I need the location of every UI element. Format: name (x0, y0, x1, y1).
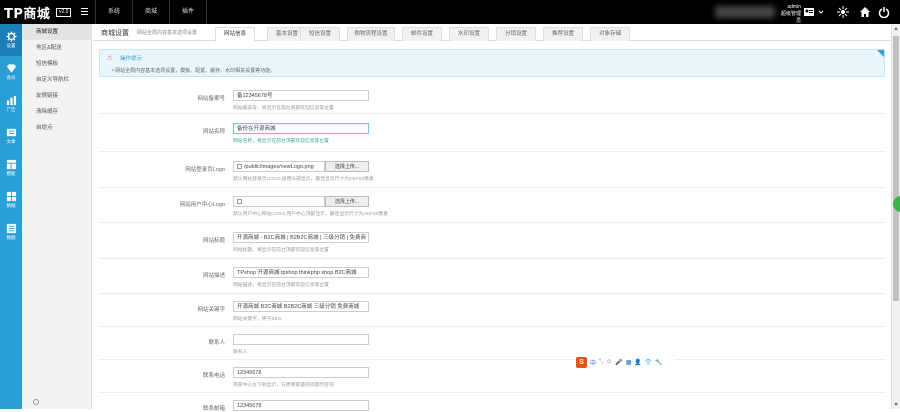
icp-input[interactable]: 备12345678号 (233, 90, 369, 101)
admin-name: admin (787, 4, 801, 10)
tab-site-info[interactable]: 网站信息 (215, 27, 255, 42)
scroll-thumb[interactable] (893, 36, 899, 301)
contact-input[interactable] (233, 334, 369, 345)
top-bar: TP商城 v2.0 系统 商城 插件 admin 超级管理员 (0, 0, 900, 24)
keywords-input[interactable]: 开源商城 B2C商城 B2B2C商城 三级分销 免费商城 (233, 301, 369, 312)
email-input[interactable]: 12345678 (233, 400, 369, 411)
submenu-item-links[interactable]: 友情链接 (22, 88, 91, 104)
submenu: 商城设置 地区&配送 短信模板 自定义导航栏 友情链接 清除缓存 自提点 (22, 24, 92, 409)
form-row-keywords: 网站关键字 开源商城 B2C商城 B2B2C商城 三级分销 免费商城 网站关键字… (99, 297, 885, 327)
sidebar-item-template[interactable]: 模板 (0, 152, 22, 184)
phone-input[interactable]: 12345678 (233, 367, 369, 378)
chevron-down-icon[interactable] (818, 6, 824, 18)
ime-mic-icon[interactable]: 🎤 (615, 359, 622, 366)
sidebar-item-settings[interactable]: 设置 (0, 24, 22, 56)
form-row-site-title: 网站标题 开源商城 - B2C商城 | B2B2C商城 | 三级分销 | 免费商… (99, 228, 885, 259)
top-nav: 系统 商城 插件 (95, 0, 208, 24)
sidebar-item-data-2[interactable]: 数据 (0, 216, 22, 248)
file-icon (237, 164, 242, 169)
tab-sms[interactable]: 短信设置 (300, 27, 340, 41)
corner-flag-icon[interactable] (877, 50, 884, 57)
template-icon (6, 159, 16, 170)
admin-info[interactable]: admin 超级管理员 (777, 4, 801, 25)
scrollbar[interactable] (891, 24, 900, 409)
form-row-login-logo: 网站登录页Logo /public/images/newLogo.png 选择上… (99, 157, 885, 188)
ime-emoji-icon[interactable]: ☺ (606, 359, 612, 365)
login-logo-upload-button[interactable]: 选择上传... (325, 161, 369, 172)
site-name-input[interactable]: 备份在开源商城 (233, 123, 369, 134)
page-title: 商城设置 (101, 30, 129, 37)
submenu-item-cache[interactable]: 清除缓存 (22, 104, 91, 120)
tip-title: 操作提示 (120, 56, 143, 62)
main-content: 商城设置 网站全局内容基本选项设置 网站信息 基本设置 短信设置 购物流程设置 … (93, 24, 891, 412)
data-icon (6, 223, 16, 234)
menu-toggle-icon[interactable] (81, 8, 88, 15)
gear-icon (5, 31, 17, 42)
ime-tool-icon[interactable]: 🔧 (655, 359, 662, 366)
sidebar-item-data[interactable]: 数据 (0, 184, 22, 216)
form-row-phone: 联系电话 12345678 商家中心左下侧显示，方便商家遇到问题时咨询 (99, 363, 885, 393)
login-logo-path[interactable]: /public/images/newLogo.png (233, 161, 325, 172)
tip-box: ☝ 操作提示 • 网站全局内容基本选项设置，模板、配置、缓存、水印相关设置等功能… (99, 49, 885, 77)
diamond-icon (6, 64, 16, 73)
home-icon[interactable] (859, 6, 871, 18)
collapse-icon[interactable] (33, 399, 39, 405)
ime-toolbar: S 中 °, ☺ 🎤 ▦ 👤 👕 🔧 (576, 356, 674, 368)
ime-logo-icon[interactable]: S (576, 356, 587, 368)
admin-role: 超级管理员 (780, 11, 801, 24)
top-nav-system[interactable]: 系统 (95, 0, 132, 24)
ime-shirt-icon[interactable]: 👕 (645, 359, 652, 366)
form-row-site-desc: 网站描述 TPshop 开源商城 tpshop thinkphp shop B2… (99, 263, 885, 294)
submenu-item-sms[interactable]: 短信模板 (22, 56, 91, 72)
form-row-user-logo: 网站用户中心Logo 选择上传... 默认用户中心网站LOGO,用户中心顶部显示… (99, 192, 885, 223)
site-title-input[interactable]: 开源商城 - B2C商城 | B2B2C商城 | 三级分销 | 免费商 (233, 232, 369, 243)
tab-bar: 商城设置 网站全局内容基本选项设置 网站信息 基本设置 短信设置 购物流程设置 … (93, 24, 891, 42)
tab-watermark[interactable]: 水印设置 (449, 27, 489, 41)
ime-user-icon[interactable]: 👤 (634, 359, 641, 366)
user-logo-path[interactable] (233, 196, 325, 207)
form-row-site-name: 网站名称 备份在开源商城 网站名称，将显示在前台顶部欢迎信息等位置 (99, 119, 885, 152)
form-row-contact: 联系人 联系人 (99, 330, 885, 360)
submenu-item-shop-settings[interactable]: 商城设置 (22, 24, 91, 40)
sidebar: 设置 会员 广告 文章 模板 数据 数据 (0, 24, 22, 409)
doc-icon (6, 128, 16, 137)
blurred-region (715, 6, 775, 18)
sidebar-item-member[interactable]: 会员 (0, 56, 22, 88)
tab-distribution[interactable]: 分销设置 (496, 27, 536, 41)
tab-storage[interactable]: 对象存储 (590, 27, 630, 41)
settings-cross-icon[interactable] (837, 6, 849, 18)
top-nav-mall[interactable]: 商城 (132, 0, 169, 24)
chart-icon (6, 95, 16, 106)
submenu-item-region[interactable]: 地区&配送 (22, 40, 91, 56)
ime-keyboard-icon[interactable]: ▦ (626, 359, 632, 366)
ime-mode[interactable]: 中 (590, 358, 596, 367)
file-icon (237, 199, 242, 204)
tip-text: • 网站全局内容基本选项设置，模板、配置、缓存、水印相关设置等功能。 (112, 68, 276, 74)
form-row-icp: 网站备案号 备12345678号 网站备案号，将显示在前台底部欢迎信息等位置 (99, 86, 885, 114)
scroll-down-icon[interactable] (894, 403, 898, 406)
grid-icon (6, 191, 16, 202)
form-row-email: 联系邮箱 12345678 (99, 396, 885, 412)
site-desc-input[interactable]: TPshop 开源商城 tpshop thinkphp shop B2C商城 (233, 267, 369, 278)
sidebar-item-ads[interactable]: 广告 (0, 88, 22, 120)
logo: TP商城 (4, 7, 51, 22)
page-subtitle: 网站全局内容基本选项设置 (137, 30, 198, 36)
tab-email[interactable]: 邮件设置 (402, 27, 442, 41)
id-card-icon[interactable] (803, 6, 815, 18)
scroll-up-icon[interactable] (894, 27, 898, 30)
sidebar-item-article[interactable]: 文章 (0, 120, 22, 152)
ime-punct[interactable]: °, (599, 359, 603, 365)
power-icon[interactable] (878, 6, 890, 18)
submenu-item-pickup[interactable]: 自提点 (22, 120, 91, 136)
hand-icon: ☝ (107, 53, 112, 62)
tab-shopping-flow[interactable]: 购物流程设置 (347, 27, 395, 41)
submenu-item-nav[interactable]: 自定义导航栏 (22, 72, 91, 88)
tab-recommend[interactable]: 推荐设置 (543, 27, 583, 41)
version-badge: v2.0 (56, 8, 72, 17)
user-logo-upload-button[interactable]: 选择上传... (325, 196, 369, 207)
top-nav-plugin[interactable]: 插件 (169, 0, 208, 24)
